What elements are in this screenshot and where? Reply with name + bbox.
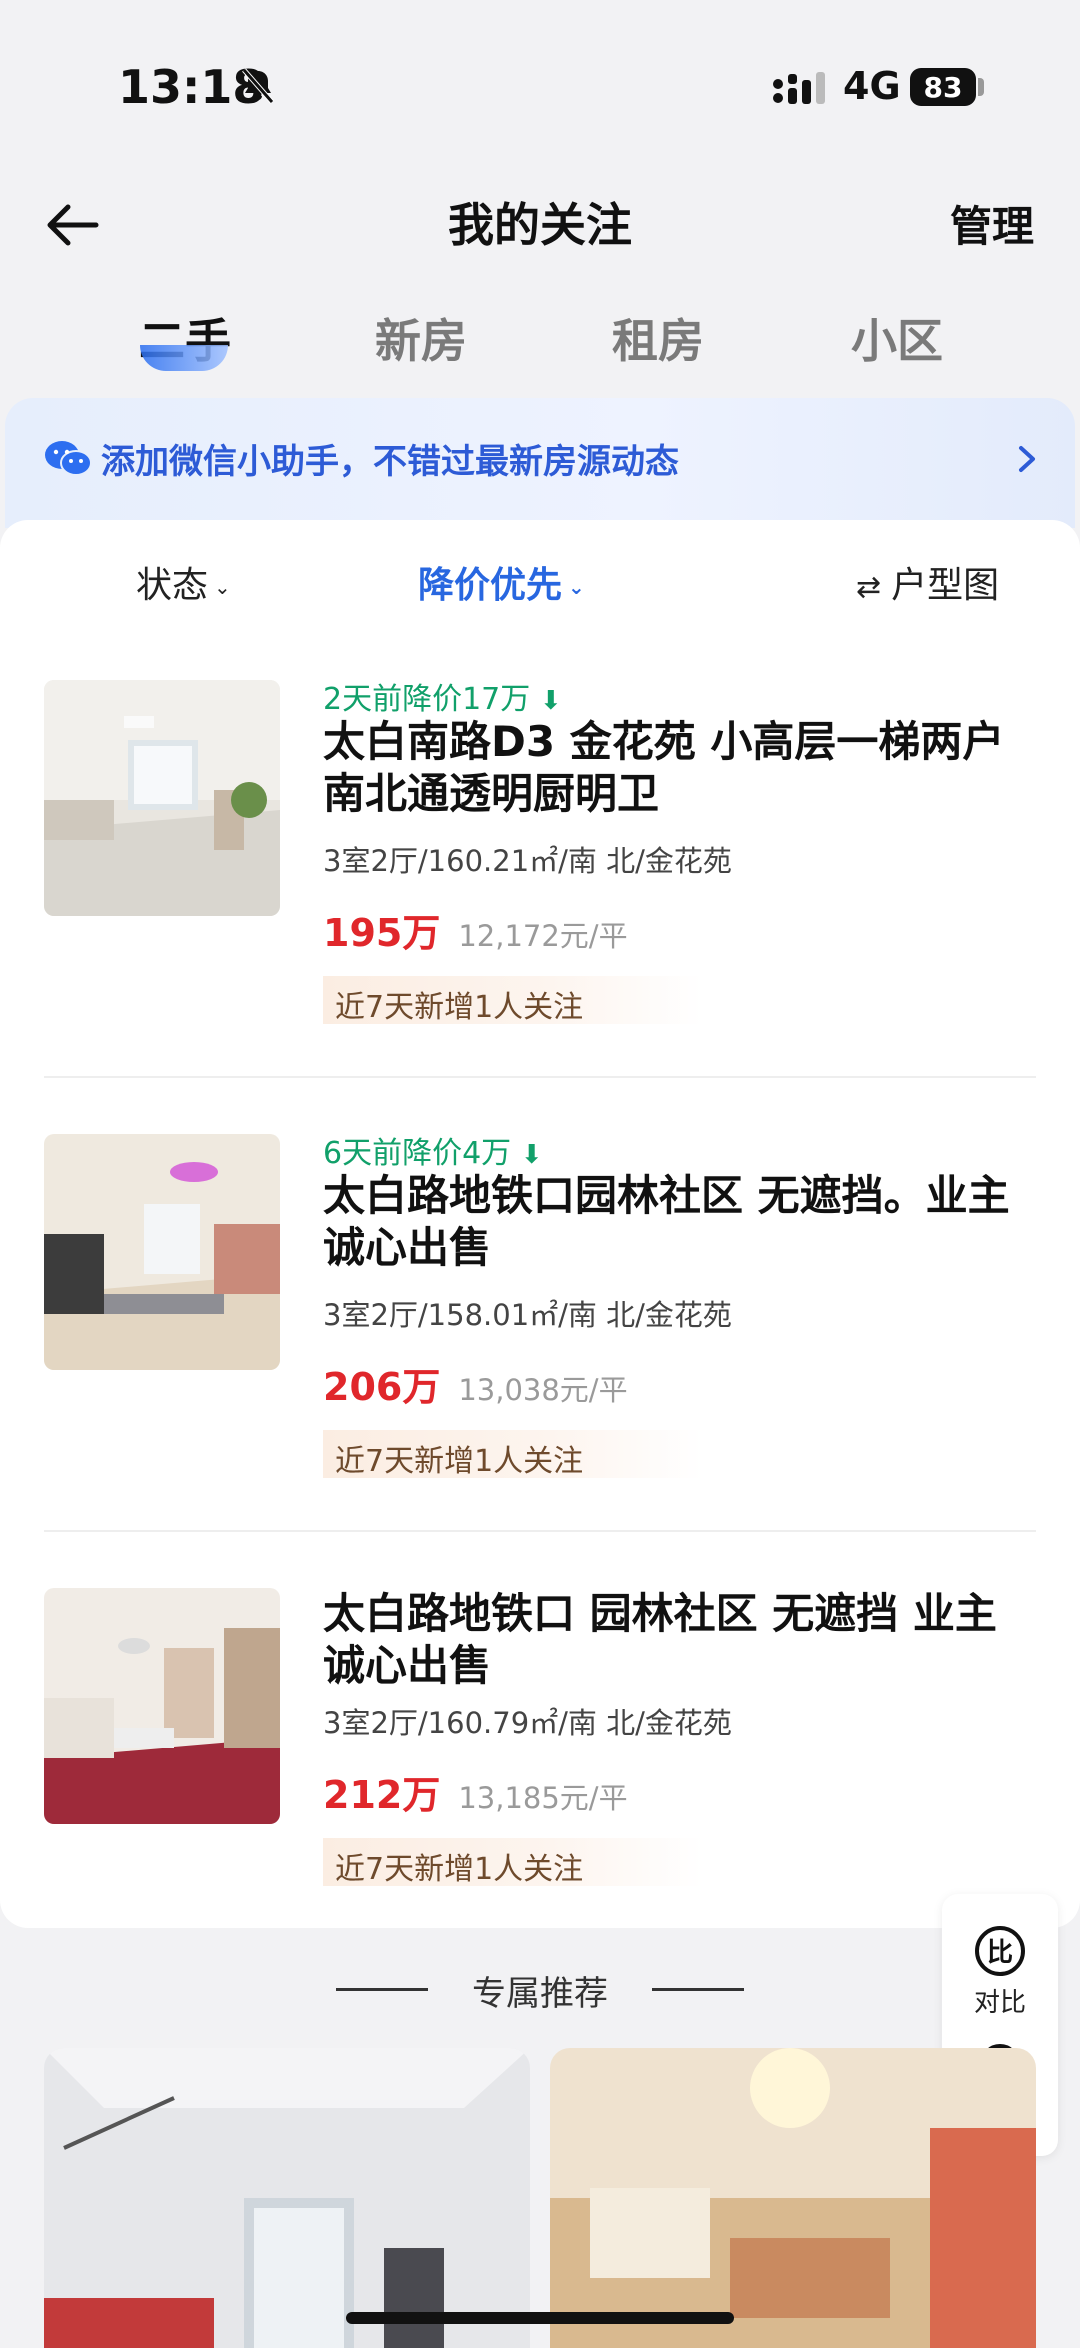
page-title: 我的关注	[448, 198, 632, 252]
price-drop-tag: 6天前降价4万 ⬇	[323, 1128, 543, 1172]
divider	[652, 1988, 744, 1991]
banner-text: 添加微信小助手，不错过最新房源动态	[101, 442, 679, 482]
compare-glyph: 比	[987, 1938, 1013, 1968]
listing-title: 太白路地铁口园林社区 无遮挡。业主诚心出售	[323, 1171, 1010, 1272]
price-drop-tag: 2天前降价17万 ⬇	[323, 674, 562, 718]
battery-icon: 83	[910, 68, 976, 106]
status-bar: 13:18 4G 83	[0, 0, 1080, 175]
listing-title: 太白路地铁口 园林社区 无遮挡 业主诚心出售	[323, 1589, 997, 1690]
tab-communities[interactable]: 小区	[817, 305, 977, 371]
recommend-photo[interactable]	[44, 2048, 530, 2348]
listing-price: 195万 12,172元/平	[323, 902, 628, 957]
total-price: 206万	[323, 1365, 441, 1409]
wechat-icon	[45, 441, 92, 476]
status-filter-label: 状态	[136, 565, 209, 606]
battery-level: 83	[923, 70, 963, 104]
listing-spec: 3室2厅/158.01㎡/南 北/金花苑	[323, 1298, 732, 1332]
listing-title: 太白南路D3 金花苑 小高层一梯两户南北通透明厨明卫	[323, 717, 1005, 818]
category-tabs: 二手 新房 租房 小区	[0, 295, 1080, 385]
manage-button[interactable]: 管理	[950, 193, 1034, 254]
down-arrow-icon: ⬇	[539, 686, 562, 716]
battery-cap	[978, 78, 984, 96]
unit-price: 13,038元/平	[458, 1373, 628, 1407]
divider	[44, 1076, 1036, 1078]
listing-spec: 3室2厅/160.79㎡/南 北/金花苑	[323, 1706, 732, 1740]
sort-filter[interactable]: 降价优先 ⌄	[418, 556, 585, 608]
home-indicator	[346, 2312, 734, 2324]
unit-price: 13,185元/平	[458, 1781, 628, 1815]
bell-off-icon	[242, 68, 274, 104]
active-tab-indicator	[140, 345, 228, 371]
caret-down-icon: ⌄	[568, 575, 585, 599]
unit-price: 12,172元/平	[458, 919, 628, 953]
listing-photo	[44, 680, 280, 916]
recommend-title: 专属推荐	[472, 1974, 608, 2014]
listing-photo	[44, 1588, 280, 1824]
wechat-assistant-banner[interactable]: 添加微信小助手，不错过最新房源动态	[5, 398, 1075, 528]
listing-photo	[44, 1134, 280, 1370]
listing-spec: 3室2厅/160.21㎡/南 北/金花苑	[323, 844, 732, 878]
listing-price: 206万 13,038元/平	[323, 1356, 628, 1411]
swap-icon: ⇄	[856, 570, 882, 605]
follow-badge: 近7天新增1人关注	[323, 976, 703, 1025]
price-drop-text: 2天前降价17万	[323, 682, 531, 717]
signal-icon	[773, 72, 825, 104]
recommend-header: 专属推荐	[0, 1966, 1080, 2016]
status-filter[interactable]: 状态 ⌄	[136, 556, 231, 608]
divider	[44, 1530, 1036, 1532]
followed-listings-card: 状态 ⌄ 降价优先 ⌄ ⇄ 户型图 2天前降价17万 ⬇ 太白南路D3 金花苑 小高层…	[0, 520, 1080, 1928]
chevron-right-icon	[1019, 446, 1035, 472]
recommend-photo[interactable]	[550, 2048, 1036, 2348]
listing-price: 212万 13,185元/平	[323, 1764, 628, 1819]
sort-filter-label: 降价优先	[418, 565, 563, 606]
tab-rentals[interactable]: 租房	[578, 305, 738, 371]
follow-badge: 近7天新增1人关注	[323, 1838, 703, 1887]
network-type: 4G	[843, 64, 901, 108]
total-price: 212万	[323, 1773, 441, 1817]
nav-header: 我的关注 管理	[0, 175, 1080, 295]
follow-badge: 近7天新增1人关注	[323, 1430, 703, 1479]
total-price: 195万	[323, 911, 441, 955]
floorplan-toggle[interactable]: ⇄ 户型图	[856, 556, 999, 608]
caret-down-icon: ⌄	[214, 575, 231, 599]
price-drop-text: 6天前降价4万	[323, 1136, 512, 1171]
down-arrow-icon: ⬇	[520, 1140, 543, 1170]
tab-new-homes[interactable]: 新房	[341, 305, 501, 371]
floorplan-label: 户型图	[891, 565, 1000, 606]
